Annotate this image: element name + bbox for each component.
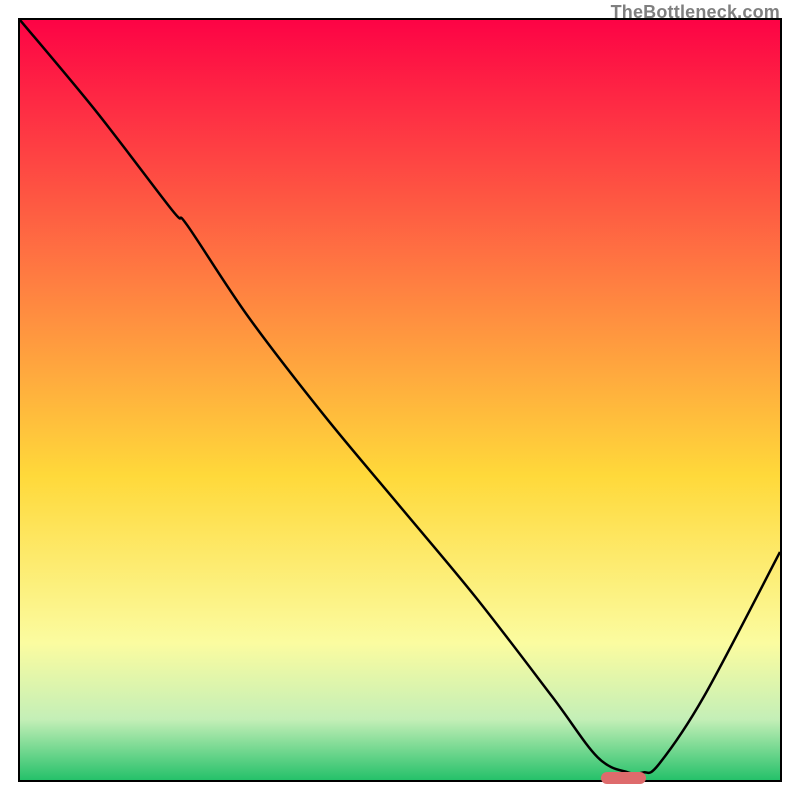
- gradient-rect: [20, 20, 780, 780]
- optimal-zone-marker: [601, 772, 647, 784]
- chart-svg: [20, 20, 780, 780]
- chart-container: TheBottleneck.com: [0, 0, 800, 800]
- plot-area: [18, 18, 782, 782]
